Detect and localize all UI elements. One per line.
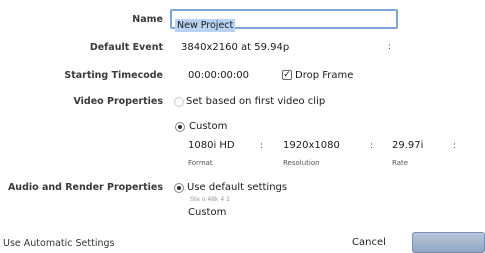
video-custom-radio[interactable] (175, 122, 185, 132)
video-format-caption: Format (188, 159, 213, 167)
video-properties-label: Video Properties (73, 96, 163, 107)
video-set-based-label: Set based on first video clip (186, 96, 326, 107)
name-input-value: New Project (175, 19, 236, 32)
name-label: Name (132, 14, 163, 25)
video-rate-dropdown-icon[interactable]: : (453, 141, 456, 151)
drop-frame-checkbox[interactable]: ✓ (282, 70, 292, 80)
video-rate-caption: Rate (392, 159, 409, 167)
audio-default-detail: Ste o 48k 4 2 (190, 196, 230, 203)
cancel-button[interactable]: Cancel (352, 237, 386, 248)
starting-timecode-label: Starting Timecode (64, 70, 163, 81)
audio-default-radio[interactable] (174, 183, 184, 193)
audio-default-label: Use default settings (187, 182, 288, 193)
default-event-select[interactable]: 3840x2160 at 59.94p (181, 42, 289, 53)
video-custom-label: Custom (189, 121, 228, 132)
video-format-select[interactable]: 1080i HD (188, 140, 235, 151)
default-event-label: Default Event (89, 42, 163, 53)
audio-custom-label[interactable]: Custom (188, 207, 226, 218)
video-resolution-dropdown-icon[interactable]: : (370, 141, 373, 151)
use-automatic-settings-button[interactable]: Use Automatic Settings (3, 238, 114, 249)
video-set-based-radio[interactable] (174, 97, 184, 107)
checkmark-icon: ✓ (283, 70, 291, 80)
video-resolution-select[interactable]: 1920x1080 (283, 140, 340, 151)
video-format-dropdown-icon[interactable]: : (260, 141, 263, 151)
video-rate-select[interactable]: 29.97i (392, 140, 423, 151)
video-resolution-caption: Resolution (283, 159, 320, 167)
drop-frame-label: Drop Frame (295, 70, 354, 81)
name-input[interactable]: New Project (170, 9, 398, 32)
default-event-dropdown-icon[interactable]: : (388, 42, 391, 52)
starting-timecode-field[interactable]: 00:00:00:00 (188, 70, 249, 81)
ok-button[interactable] (412, 232, 485, 253)
audio-render-label: Audio and Render Properties (7, 182, 163, 193)
